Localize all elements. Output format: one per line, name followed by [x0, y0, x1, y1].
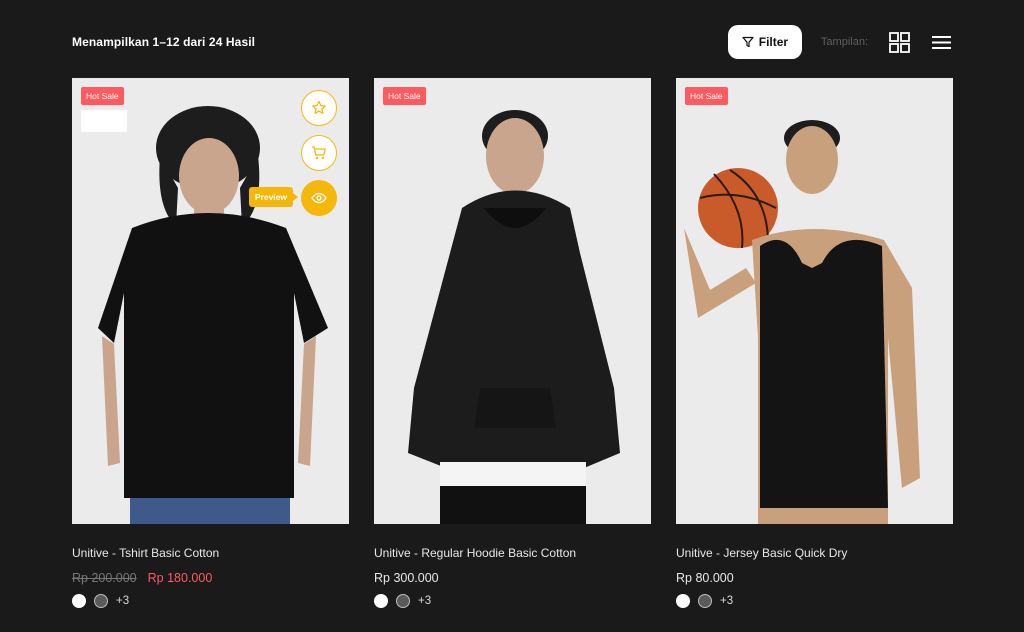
toolbar-controls: Filter Tampilan:	[727, 25, 952, 59]
more-colors[interactable]: +3	[116, 595, 129, 607]
price: Rp 300.000	[374, 571, 439, 585]
swatch-white[interactable]	[72, 594, 86, 608]
price-row: Rp 200.000 Rp 180.000	[72, 571, 349, 585]
add-to-cart-button[interactable]	[301, 135, 337, 171]
toolbar: Menampilkan 1–12 dari 24 Hasil Filter Ta…	[72, 24, 952, 60]
product-name[interactable]: Unitive - Tshirt Basic Cotton	[72, 546, 349, 560]
more-colors[interactable]: +3	[720, 595, 733, 607]
filter-icon	[742, 36, 754, 48]
price-row: Rp 80.000	[676, 571, 953, 585]
more-colors[interactable]: +3	[418, 595, 431, 607]
swatch-white[interactable]	[676, 594, 690, 608]
view-label: Tampilan:	[820, 36, 868, 48]
list-view-button[interactable]	[930, 31, 952, 53]
price: Rp 80.000	[676, 571, 734, 585]
color-swatches: +3	[676, 594, 953, 608]
price-row: Rp 300.000	[374, 571, 651, 585]
eye-icon	[311, 192, 327, 204]
filter-label: Filter	[758, 35, 789, 49]
label-placeholder	[81, 110, 127, 132]
product-grid: Hot Sale Preview Unitive - Tshirt Basic …	[72, 78, 953, 608]
color-swatches: +3	[72, 594, 349, 608]
product-image[interactable]: Hot Sale	[374, 78, 651, 524]
filter-button[interactable]: Filter	[727, 25, 802, 59]
hot-sale-badge: Hot Sale	[685, 87, 728, 105]
color-swatches: +3	[374, 594, 651, 608]
swatch-grey[interactable]	[698, 594, 712, 608]
swatch-grey[interactable]	[396, 594, 410, 608]
menu-icon	[931, 35, 951, 49]
swatch-white[interactable]	[374, 594, 388, 608]
model-photo	[408, 110, 620, 524]
sale-price: Rp 180.000	[147, 571, 213, 585]
original-price: Rp 200.000	[72, 571, 137, 585]
product-image[interactable]: Hot Sale	[676, 78, 953, 524]
product-name[interactable]: Unitive - Regular Hoodie Basic Cotton	[374, 546, 651, 560]
preview-tooltip: Preview	[248, 187, 299, 207]
product-name[interactable]: Unitive - Jersey Basic Quick Dry	[676, 546, 953, 560]
cart-icon	[312, 146, 326, 160]
swatch-grey[interactable]	[94, 594, 108, 608]
grid-icon	[888, 31, 910, 53]
star-icon	[312, 100, 326, 114]
wishlist-button[interactable]	[301, 90, 337, 126]
result-count: Menampilkan 1–12 dari 24 Hasil	[72, 35, 256, 49]
product-card[interactable]: Hot Sale Unitive - Regular Hoodie Basic …	[374, 78, 651, 608]
hot-sale-badge: Hot Sale	[383, 87, 426, 105]
product-card[interactable]: Hot Sale Preview Unitive - Tshirt Basic …	[72, 78, 349, 608]
grid-view-button[interactable]	[888, 31, 910, 53]
product-card[interactable]: Hot Sale Unitive - Jersey Basic Quick Dr…	[676, 78, 953, 608]
product-image[interactable]: Hot Sale Preview	[72, 78, 349, 524]
model-photo	[684, 120, 920, 524]
hot-sale-badge: Hot Sale	[81, 87, 124, 105]
preview-button[interactable]	[301, 180, 337, 216]
